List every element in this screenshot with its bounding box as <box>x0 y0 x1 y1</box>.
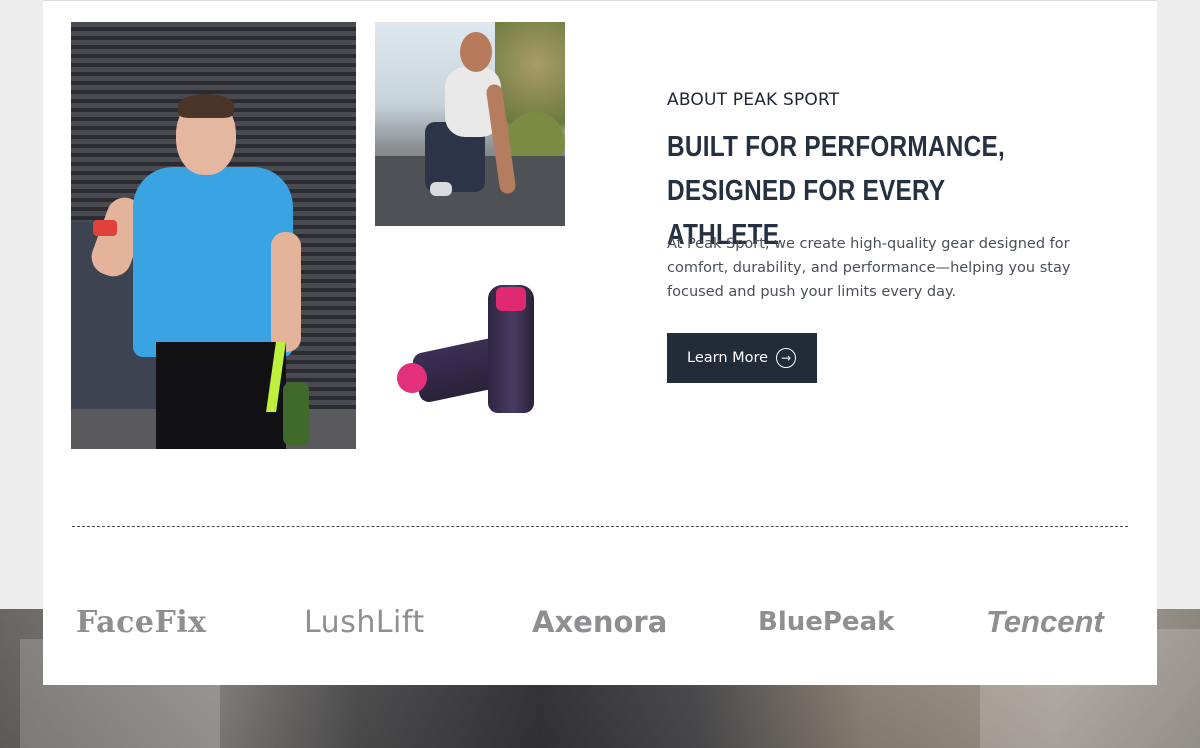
image-shorts <box>156 342 286 449</box>
image-bottle-cap <box>397 363 427 393</box>
about-section-card: ABOUT PEAK SPORT Built for Performance, … <box>43 0 1157 685</box>
runner-start-image <box>375 22 565 226</box>
image-wristband <box>93 220 117 236</box>
water-bottles-image <box>375 245 565 449</box>
partner-logo-facefix: FaceFix <box>76 604 207 640</box>
image-head <box>460 32 492 72</box>
arrow-right-circle-icon: → <box>776 348 797 368</box>
section-divider <box>72 526 1128 527</box>
image-hair <box>178 94 234 118</box>
partner-logo-tencent: Tencent <box>986 604 1104 639</box>
image-bottle <box>283 382 309 446</box>
image-shirt <box>133 167 293 357</box>
partner-logo-bluepeak: BluePeak <box>758 607 895 637</box>
image-arm <box>271 232 301 352</box>
partner-logo-lushlift: LushLift <box>304 604 425 640</box>
section-description: At Peak Sport, we create high-quality ge… <box>667 236 1071 300</box>
section-eyebrow: ABOUT PEAK SPORT <box>667 90 840 110</box>
athlete-portrait-image <box>71 22 356 449</box>
partner-logos: FaceFix LushLift Axenora BluePeak Tencen… <box>72 597 1128 647</box>
learn-more-label: Learn More <box>687 350 769 366</box>
partner-logo-axenora: Axenora <box>532 605 668 639</box>
image-bottle-cap <box>496 287 526 311</box>
learn-more-button[interactable]: Learn More → <box>667 333 817 383</box>
image-shoe <box>430 182 452 196</box>
